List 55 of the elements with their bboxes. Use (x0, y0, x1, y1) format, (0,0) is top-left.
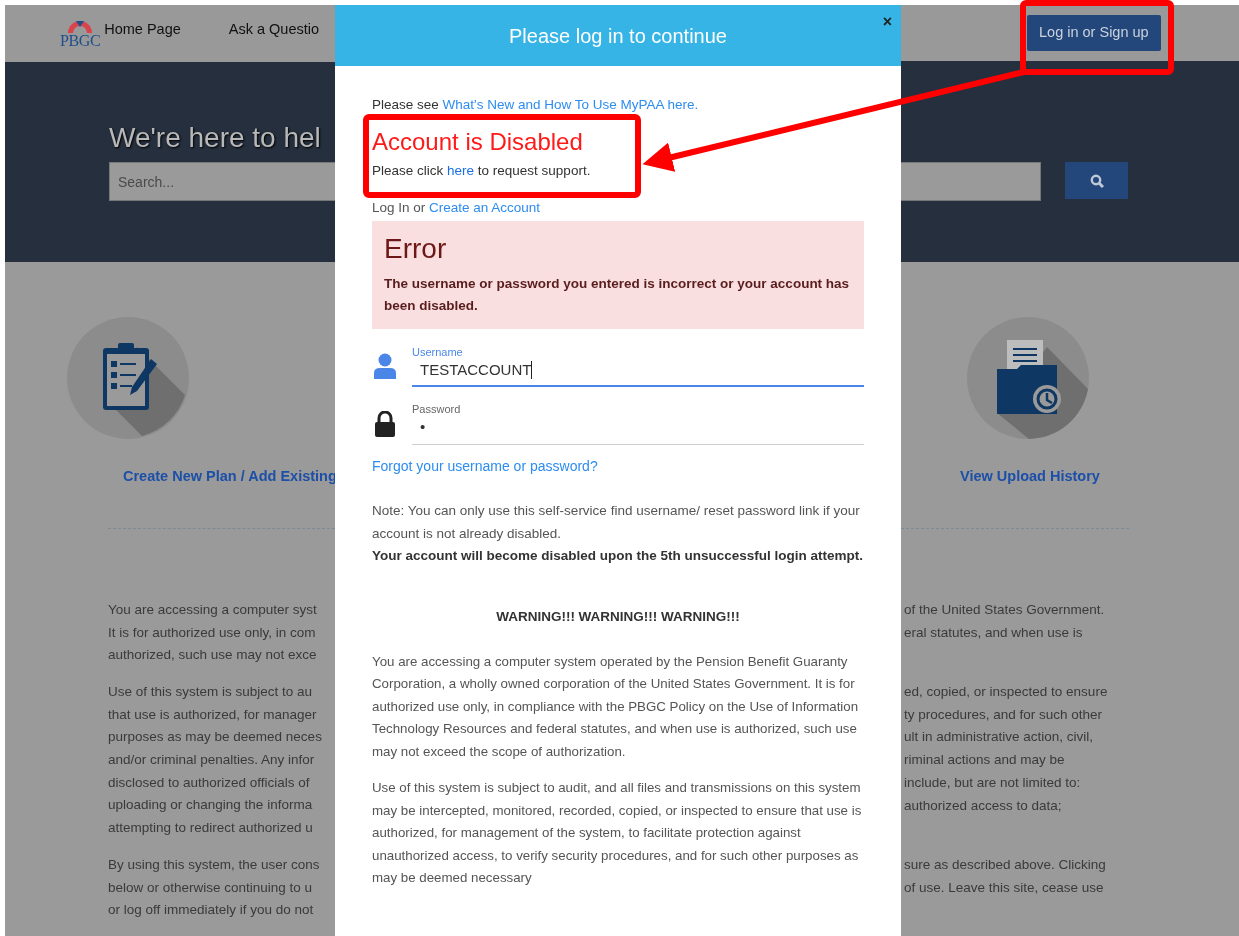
user-icon (374, 353, 396, 379)
search-field[interactable] (901, 162, 1041, 201)
search-button[interactable] (1065, 162, 1128, 199)
background-text-line: uploading or changing the informa (108, 796, 313, 815)
background-text-line: purposes as may be deemed neces (108, 728, 322, 747)
background-text-line: By using this system, the user cons (108, 855, 320, 874)
search-icon (1089, 173, 1104, 188)
background-text-line: riminal actions and may be (904, 751, 1065, 770)
alert-title: Account is Disabled (372, 128, 583, 156)
note-text: Note: You can only use this self-service find username/ reset password link if your account is not already disabled. (372, 502, 861, 543)
background-text-line: You are accessing a computer syst (108, 600, 317, 619)
background-text-line: ult in administrative action, civil, (904, 728, 1094, 747)
login-signup-button[interactable]: Log in or Sign up (1027, 15, 1161, 51)
nav-link[interactable]: Ask a Questio (228, 19, 320, 41)
note-warning: Your account will become disabled upon the 5th unsuccessful login attempt. (372, 547, 864, 565)
close-button[interactable]: × (882, 14, 892, 30)
background-text-line: of use. Leave this site, cease use (904, 878, 1104, 897)
login-text: Log In or Create an Account (372, 199, 542, 217)
search-field[interactable]: Search... (109, 162, 335, 202)
logo-text: PBGC (60, 33, 101, 49)
forgot-link[interactable]: Forgot your username or password? (372, 456, 598, 476)
background-text-line: and/or criminal penalties. Any infor (108, 751, 315, 770)
nav-link[interactable]: Home Page (104, 19, 181, 41)
background-text-line: Use of this system is subject to au (108, 682, 313, 701)
intro-text: Please see What's New and How To Use MyPAA here. (372, 96, 700, 114)
support-text: Please click here to request support. (372, 162, 591, 180)
disclaimer-paragraph: Use of this system is subject to audit, and all files and transmissions on this system may be intercepted, monitored, recorded, copied, or inspected to ensure that use is authorized, for management of the system, to facilitate protection against unauthorized access, to verify security procedures, and for such other purposes as may be deemed necessary (372, 779, 863, 887)
create-account-link[interactable]: Create an Account (429, 200, 541, 215)
background-text-line: attempting to redirect authorized u (108, 819, 313, 838)
folder-icon (967, 317, 1089, 440)
background-text-line: authorized access to data; (904, 796, 1062, 815)
error-message: The username or password you entered is incorrect or your account has been disabled. (384, 275, 851, 315)
lock-icon (374, 411, 396, 437)
clipboard-icon (67, 317, 189, 440)
error-title: Error (384, 232, 448, 266)
disclaimer-paragraph: You are accessing a computer system operated by the Pension Benefit Guaranty Corporation, a wholly owned corporation of the United States Government. It is for authorized use only, in compliance with the PBGC Policy on the Use of Information Technology Resources and federal statutes, and when use is authorized, such use may not exceed the scope of authorization. (372, 652, 860, 761)
support-link[interactable]: here (447, 163, 475, 178)
username-field[interactable]: Username TESTACCOUNT (412, 345, 864, 387)
dialog-title: Please log in to continue (509, 23, 727, 49)
background-text-line: disclosed to authorized officials of (108, 773, 310, 792)
background-text-line: authorized, such use may not exce (108, 646, 317, 665)
hero-title: We're here to hel (109, 122, 321, 155)
background-text-line: include, but are not limited to: (904, 773, 1081, 792)
background-text-line: or log off immediately if you do not (108, 901, 314, 920)
background-text-line: It is for authorized use only, in com (108, 623, 316, 642)
background-text-line: that use is authorized, for manager (108, 705, 317, 724)
background-text-line: ed, copied, or inspected to ensure (904, 683, 1108, 701)
whats-new-link[interactable]: What's New and How To Use MyPAA here. (442, 97, 699, 112)
background-text-line: below or otherwise continuing to u (108, 878, 313, 897)
background-text-line: sure as described above. Clicking (904, 855, 1106, 874)
background-text-line: eral statutes, and when use is (904, 623, 1083, 642)
password-field[interactable]: Password • (412, 402, 864, 445)
warning-heading: WARNING!!! WARNING!!! WARNING!!! (495, 607, 741, 626)
background-text-line: ty procedures, and for such other (904, 705, 1103, 724)
background-text-line: of the United States Government. (904, 600, 1105, 619)
